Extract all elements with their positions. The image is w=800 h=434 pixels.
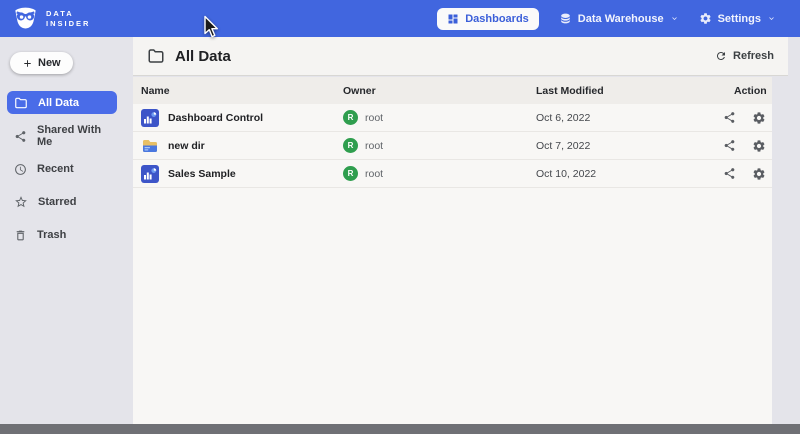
gear-icon[interactable] [752, 139, 766, 153]
share-icon[interactable] [723, 111, 736, 124]
owl-logo-icon [12, 6, 39, 31]
logo-line-2: INSIDER [46, 19, 90, 29]
dashboard-icon [447, 13, 459, 25]
new-button[interactable]: New [10, 52, 73, 74]
file-name: Sales Sample [168, 168, 236, 180]
plus-icon [22, 58, 33, 69]
gear-icon[interactable] [752, 111, 766, 125]
share-icon[interactable] [723, 167, 736, 180]
clock-icon [14, 163, 27, 176]
page-header: All Data Refresh [133, 37, 788, 76]
table-row[interactable]: Sales Sample R root Oct 10, 2022 [133, 160, 772, 188]
sidebar-item-recent[interactable]: Recent [0, 158, 117, 180]
main-content: All Data Refresh Name Owner Last Modifie… [133, 37, 788, 424]
column-header-owner: Owner [335, 85, 528, 97]
logo-line-1: DATA [46, 9, 90, 19]
refresh-icon [715, 50, 727, 62]
gear-icon [699, 12, 712, 25]
folder-icon [14, 96, 28, 110]
table-header-row: Name Owner Last Modified Action [133, 77, 772, 104]
table-row[interactable]: Dashboard Control R root Oct 6, 2022 [133, 104, 772, 132]
sidebar-item-label: Starred [38, 196, 77, 208]
data-table: Name Owner Last Modified Action Dashboar… [133, 77, 772, 424]
nav-data-warehouse[interactable]: Data Warehouse [559, 12, 679, 25]
share-icon[interactable] [723, 139, 736, 152]
chevron-down-icon [670, 14, 679, 23]
last-modified-date: Oct 7, 2022 [528, 140, 723, 152]
dashboard-file-icon [141, 165, 159, 183]
folder-icon [147, 47, 165, 65]
sidebar-item-all-data[interactable]: All Data [7, 91, 117, 114]
owner-avatar: R [343, 110, 358, 125]
owner-name: root [365, 140, 383, 152]
column-header-action: Action [723, 85, 772, 97]
header-nav: Dashboards Data Warehouse Settings [437, 8, 776, 30]
nav-settings[interactable]: Settings [699, 12, 776, 25]
nav-dashboards-button[interactable]: Dashboards [437, 8, 539, 30]
sidebar-item-label: Shared With Me [37, 124, 117, 148]
sidebar-item-label: Trash [37, 229, 66, 241]
chevron-down-icon [767, 14, 776, 23]
column-header-last-modified: Last Modified [528, 85, 723, 97]
sidebar-item-label: Recent [37, 163, 74, 175]
database-icon [559, 12, 572, 25]
owner-avatar: R [343, 138, 358, 153]
new-button-label: New [38, 57, 61, 69]
refresh-button[interactable]: Refresh [715, 50, 774, 62]
sidebar-item-starred[interactable]: Starred [0, 191, 117, 213]
nav-settings-label: Settings [718, 13, 761, 25]
sidebar: New All Data Shared With Me Recent Star [0, 37, 133, 424]
sidebar-item-trash[interactable]: Trash [0, 224, 117, 246]
owner-name: root [365, 168, 383, 180]
share-icon [14, 130, 27, 143]
app-header: DATA INSIDER Dashboards Data Warehouse S… [0, 0, 800, 37]
window-bottom-edge [0, 424, 800, 434]
star-icon [14, 195, 28, 209]
sidebar-menu: All Data Shared With Me Recent Starred T [0, 91, 133, 246]
owner-name: root [365, 112, 383, 124]
gear-icon[interactable] [752, 167, 766, 181]
file-name: Dashboard Control [168, 112, 263, 124]
nav-data-warehouse-label: Data Warehouse [578, 13, 664, 25]
sidebar-item-shared-with-me[interactable]: Shared With Me [0, 125, 117, 147]
last-modified-date: Oct 6, 2022 [528, 112, 723, 124]
refresh-label: Refresh [733, 50, 774, 62]
file-name: new dir [168, 140, 205, 152]
trash-icon [14, 229, 27, 242]
nav-dashboards-label: Dashboards [465, 13, 529, 25]
app-logo: DATA INSIDER [12, 6, 90, 31]
table-row[interactable]: new dir R root Oct 7, 2022 [133, 132, 772, 160]
sidebar-item-label: All Data [38, 97, 79, 109]
owner-avatar: R [343, 166, 358, 181]
page-title: All Data [175, 48, 231, 65]
directory-file-icon [141, 137, 159, 155]
last-modified-date: Oct 10, 2022 [528, 168, 723, 180]
dashboard-file-icon [141, 109, 159, 127]
column-header-name: Name [133, 85, 335, 97]
